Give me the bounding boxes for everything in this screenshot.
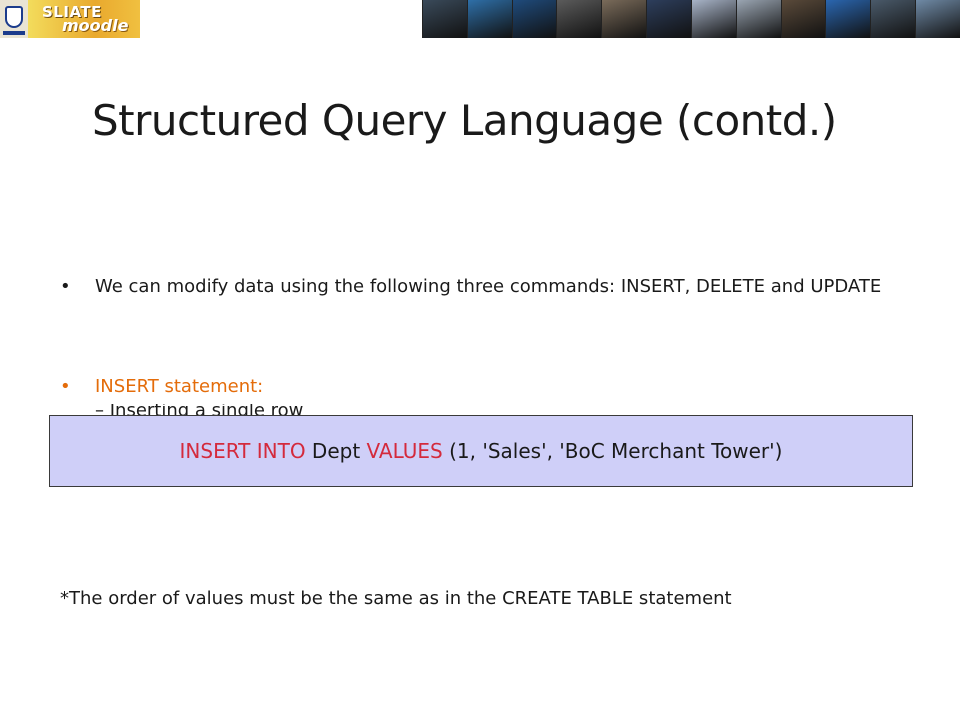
- banner-photo-1: [422, 0, 467, 38]
- banner-photo-11: [870, 0, 916, 38]
- banner-photo-8: [735, 0, 781, 38]
- bullet-marker: •: [60, 276, 71, 297]
- bullet-text: INSERT statement:: [95, 376, 264, 397]
- banner-photo-2: [466, 0, 512, 38]
- banner-photo-10: [825, 0, 871, 38]
- banner-photo-5: [601, 0, 647, 38]
- banner-spacer: [140, 0, 422, 38]
- header-banner: SLIATE moodle: [0, 0, 960, 38]
- banner-photo-6: [646, 0, 691, 38]
- banner-photo-9: [780, 0, 826, 38]
- bullet-text: We can modify data using the following t…: [95, 276, 882, 297]
- sql-keyword-values: VALUES: [366, 439, 443, 463]
- banner-photo-12: [915, 0, 960, 38]
- sliate-moodle-logo: SLIATE moodle: [28, 0, 140, 38]
- footnote: *The order of values must be the same as…: [60, 588, 732, 609]
- banner-photo-3: [511, 0, 557, 38]
- logo-text-bottom: moodle: [62, 16, 129, 35]
- sql-code-box: INSERT INTO Dept VALUES (1, 'Sales', 'Bo…: [49, 415, 913, 487]
- slide-title: Structured Query Language (contd.): [92, 96, 837, 145]
- banner-photo-7: [690, 0, 736, 38]
- bullet-marker: •: [60, 376, 71, 397]
- banner-photo-4: [556, 0, 602, 38]
- sql-keyword-insert-into: INSERT INTO: [179, 439, 306, 463]
- institution-seal-icon: [0, 0, 28, 38]
- sql-table-name: Dept: [305, 439, 367, 463]
- sql-values-list: (1, 'Sales', 'BoC Merchant Tower'): [442, 439, 783, 463]
- banner-photo-strip: [422, 0, 960, 38]
- bullet-item-insert-statement: • INSERT statement:: [60, 374, 920, 404]
- bullet-item-modify-data: • We can modify data using the following…: [60, 274, 920, 330]
